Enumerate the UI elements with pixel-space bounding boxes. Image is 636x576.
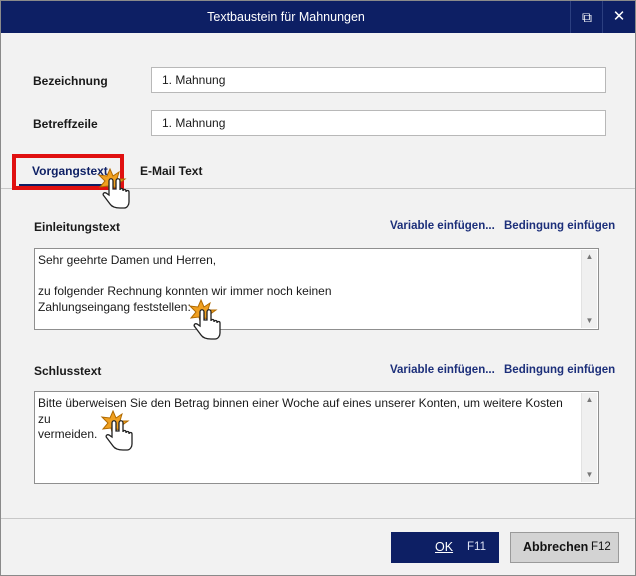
- ok-shortcut: F11: [467, 541, 486, 553]
- bezeichnung-field[interactable]: 1. Mahnung: [151, 67, 606, 93]
- hand-cursor-icon: [188, 298, 221, 340]
- title-bar: Textbaustein für Mahnungen ⧉ ✕: [1, 1, 635, 33]
- dialog-title: Textbaustein für Mahnungen: [207, 10, 365, 24]
- schluss-scrollbar[interactable]: ▲ ▼: [581, 393, 597, 482]
- einleitung-variable-link[interactable]: Variable einfügen...: [390, 220, 495, 232]
- einleitung-label: Einleitungstext: [34, 220, 121, 234]
- scroll-down-icon[interactable]: ▼: [582, 314, 597, 328]
- dialog-window: Textbaustein für Mahnungen ⧉ ✕ Bezeichnu…: [0, 0, 636, 576]
- ok-button-label: OK: [435, 540, 454, 554]
- tab-email-text[interactable]: E-Mail Text: [140, 164, 202, 178]
- schluss-variable-link[interactable]: Variable einfügen...: [390, 364, 495, 376]
- scroll-down-icon[interactable]: ▼: [582, 468, 597, 482]
- cancel-button-label: Abbrechen: [523, 540, 589, 554]
- cancel-shortcut: F12: [591, 541, 611, 553]
- hand-cursor-icon: [97, 167, 130, 209]
- schluss-label: Schlusstext: [34, 364, 102, 378]
- schluss-bedingung-link[interactable]: Bedingung einfügen: [504, 364, 615, 376]
- close-icon[interactable]: ✕: [602, 1, 635, 33]
- scroll-up-icon[interactable]: ▲: [582, 393, 597, 407]
- bezeichnung-label: Bezeichnung: [33, 74, 108, 88]
- betreffzeile-field[interactable]: 1. Mahnung: [151, 110, 606, 136]
- footer-divider: [1, 518, 635, 519]
- cancel-button[interactable]: Abbrechen F12: [510, 532, 619, 563]
- betreffzeile-label: Betreffzeile: [33, 117, 98, 131]
- scroll-up-icon[interactable]: ▲: [582, 250, 597, 264]
- einleitung-bedingung-link[interactable]: Bedingung einfügen: [504, 220, 615, 232]
- ok-button[interactable]: OK F11: [391, 532, 499, 563]
- einleitung-text: Sehr geehrte Damen und Herren, zu folgen…: [38, 253, 332, 314]
- einleitung-textarea[interactable]: Sehr geehrte Damen und Herren, zu folgen…: [34, 248, 599, 330]
- hand-cursor-icon: [100, 409, 133, 451]
- popout-icon[interactable]: ⧉: [570, 1, 603, 33]
- einleitung-scrollbar[interactable]: ▲ ▼: [581, 250, 597, 328]
